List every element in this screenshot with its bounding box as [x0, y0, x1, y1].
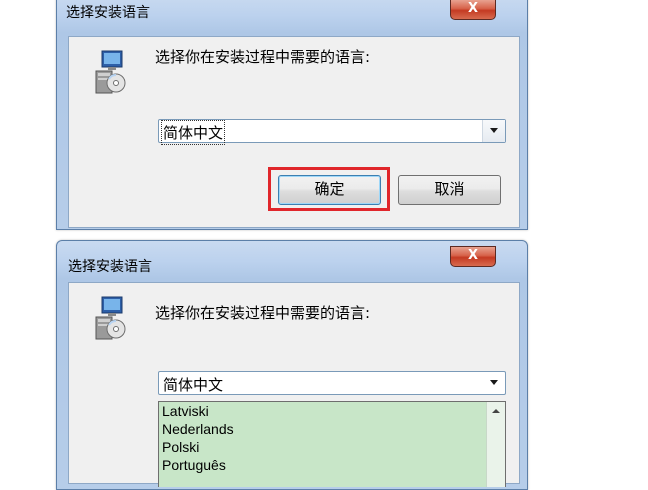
language-select[interactable]: 简体中文 [158, 371, 506, 395]
dropdown-scrollbar[interactable] [486, 402, 505, 487]
language-dropdown-list: Latviski Nederlands Polski Português [158, 401, 506, 487]
installer-computer-icon [95, 296, 126, 340]
dropdown-toggle[interactable] [483, 372, 505, 394]
scroll-up-icon[interactable] [492, 409, 500, 413]
chevron-down-icon [490, 128, 498, 133]
dialog-title: 选择安装语言 [68, 259, 152, 275]
close-button[interactable]: X [450, 246, 496, 267]
close-icon: X [467, 1, 479, 16]
language-option[interactable]: Nederlands [159, 420, 505, 438]
language-dialog-top: 选择安装语言 X 选择你在安装过程中需要的语言: 简体中文 确定 取消 [56, 0, 528, 230]
dialog-client: 选择你在安装过程中需要的语言: 简体中文 确定 取消 [68, 36, 520, 228]
dropdown-toggle[interactable] [482, 120, 505, 142]
ok-button-highlight [268, 167, 390, 211]
selected-language: 简体中文 [160, 120, 226, 145]
dialog-client: 选择你在安装过程中需要的语言: 简体中文 Latviski Nederlands… [68, 282, 520, 487]
language-select[interactable]: 简体中文 [158, 119, 506, 145]
close-icon: X [467, 248, 479, 263]
language-option[interactable]: Português [159, 456, 505, 474]
chevron-down-icon [490, 380, 498, 385]
cancel-button[interactable]: 取消 [398, 175, 501, 205]
close-button[interactable]: X [450, 0, 496, 20]
language-option[interactable]: Latviski [159, 402, 505, 420]
dialog-title: 选择安装语言 [66, 5, 150, 21]
prompt-text: 选择你在安装过程中需要的语言: [155, 48, 371, 66]
language-dialog-bottom: 选择安装语言 X 选择你在安装过程中需要的语言: 简体中文 Latviski N… [56, 240, 528, 490]
installer-computer-icon [95, 50, 126, 94]
prompt-text: 选择你在安装过程中需要的语言: [155, 304, 371, 322]
selected-language: 简体中文 [163, 376, 224, 394]
language-option[interactable]: Polski [159, 438, 505, 456]
